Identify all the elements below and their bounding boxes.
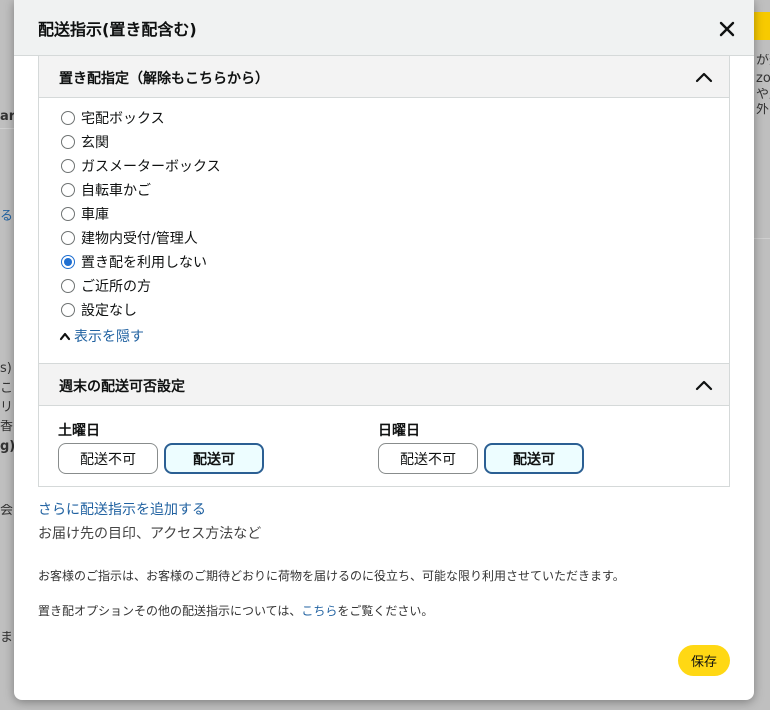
options-note-text: 置き配オプションその他の配送指示については、 [38, 604, 302, 618]
weekend-title: 週末の配送可否設定 [59, 379, 185, 395]
background-fragment: リ [0, 401, 14, 414]
weekend-header[interactable]: 週末の配送可否設定 [39, 364, 729, 406]
radio-button[interactable] [61, 135, 75, 149]
modal-title: 配送指示(置き配含む) [38, 20, 197, 39]
radio-label: 建物内受付/管理人 [81, 231, 198, 247]
radio-option-neighbor[interactable]: ご近所の方 [61, 274, 221, 298]
background-yellow-bar [752, 12, 770, 40]
radio-label: 自転車かご [81, 183, 151, 199]
options-note: 置き配オプションその他の配送指示については、こちらをご覧ください。 [38, 602, 433, 619]
safe-place-header[interactable]: 置き配指定（解除もこちらから） [39, 56, 729, 98]
background-fragment: 外国 [756, 103, 770, 116]
background-fragment: る [0, 210, 14, 223]
saturday-label: 土曜日 [58, 423, 100, 439]
chevron-up-icon [695, 72, 713, 83]
radio-option-no-safe-place[interactable]: 置き配を利用しない [61, 250, 221, 274]
background-fragment: こ [0, 382, 14, 395]
radio-option-front-door[interactable]: 玄関 [61, 130, 221, 154]
hide-options-link[interactable]: 表示を隠す [59, 326, 144, 346]
radio-label: ガスメーターボックス [81, 159, 221, 175]
background-fragment: ま [0, 631, 14, 644]
radio-option-building-reception[interactable]: 建物内受付/管理人 [61, 226, 221, 250]
safe-place-section: 置き配指定（解除もこちらから） 宅配ボックス 玄関 ガスメーターボックス 自転車… [38, 56, 730, 364]
radio-option-no-setting[interactable]: 設定なし [61, 298, 221, 322]
saturday-delivery-ok-button[interactable]: 配送可 [164, 443, 264, 474]
background-fragment: g) [0, 440, 14, 453]
radio-button[interactable] [61, 279, 75, 293]
safe-place-options: 宅配ボックス 玄関 ガスメーターボックス 自転車かご 車庫 建物内受付/管理人 [61, 106, 221, 322]
radio-button[interactable] [61, 159, 75, 173]
radio-label: 設定なし [81, 303, 137, 319]
safe-place-title: 置き配指定（解除もこちらから） [59, 71, 269, 87]
sunday-label: 日曜日 [378, 423, 420, 439]
radio-button[interactable] [61, 111, 75, 125]
radio-label: 玄関 [81, 135, 109, 151]
sunday-delivery-ok-button[interactable]: 配送可 [484, 443, 584, 474]
close-button[interactable] [714, 16, 740, 42]
close-icon [719, 21, 735, 37]
background-fragment: 会 [0, 504, 14, 517]
radio-option-bicycle-basket[interactable]: 自転車かご [61, 178, 221, 202]
radio-label: 宅配ボックス [81, 111, 165, 127]
radio-button[interactable] [61, 207, 75, 221]
radio-label: ご近所の方 [81, 279, 151, 295]
save-button[interactable]: 保存 [678, 645, 730, 676]
chevron-up-icon [59, 332, 71, 341]
sunday-no-delivery-button[interactable]: 配送不可 [378, 443, 478, 474]
background-fragment: や及 [756, 88, 770, 101]
background-divider [754, 238, 770, 239]
radio-option-garage[interactable]: 車庫 [61, 202, 221, 226]
radio-option-delivery-box[interactable]: 宅配ボックス [61, 106, 221, 130]
background-fragment: s) [0, 362, 12, 375]
modal-header: 配送指示(置き配含む) [14, 0, 754, 56]
radio-label: 置き配を利用しない [81, 255, 207, 271]
hide-options-label: 表示を隠す [74, 329, 144, 345]
radio-button[interactable] [61, 183, 75, 197]
details-link[interactable]: こちら [301, 604, 337, 618]
background-fragment: が外 [756, 54, 770, 67]
add-instructions-link[interactable]: さらに配送指示を追加する [38, 499, 206, 519]
add-instructions-description: お届け先の目印、アクセス方法など [38, 526, 262, 542]
background-divider [0, 128, 14, 129]
radio-label: 車庫 [81, 207, 109, 223]
saturday-no-delivery-button[interactable]: 配送不可 [58, 443, 158, 474]
delivery-instructions-modal: 配送指示(置き配含む) 置き配指定（解除もこちらから） 宅配ボックス 玄関 ガス… [14, 0, 754, 700]
radio-button-checked[interactable] [61, 255, 75, 269]
options-note-text-end: をご覧ください。 [337, 604, 434, 618]
background-fragment: ar [0, 110, 14, 123]
instructions-note: お客様のご指示は、お客様のご期待どおりに荷物を届けるのに役立ち、可能な限り利用さ… [38, 569, 625, 583]
weekend-delivery-section: 週末の配送可否設定 土曜日 配送不可 配送可 日曜日 配送不可 配送可 [38, 363, 730, 487]
radio-option-gas-meter-box[interactable]: ガスメーターボックス [61, 154, 221, 178]
background-fragment: 香 [0, 420, 14, 433]
radio-button[interactable] [61, 231, 75, 245]
background-fragment: zon [756, 72, 770, 85]
chevron-up-icon [695, 380, 713, 391]
radio-button[interactable] [61, 303, 75, 317]
